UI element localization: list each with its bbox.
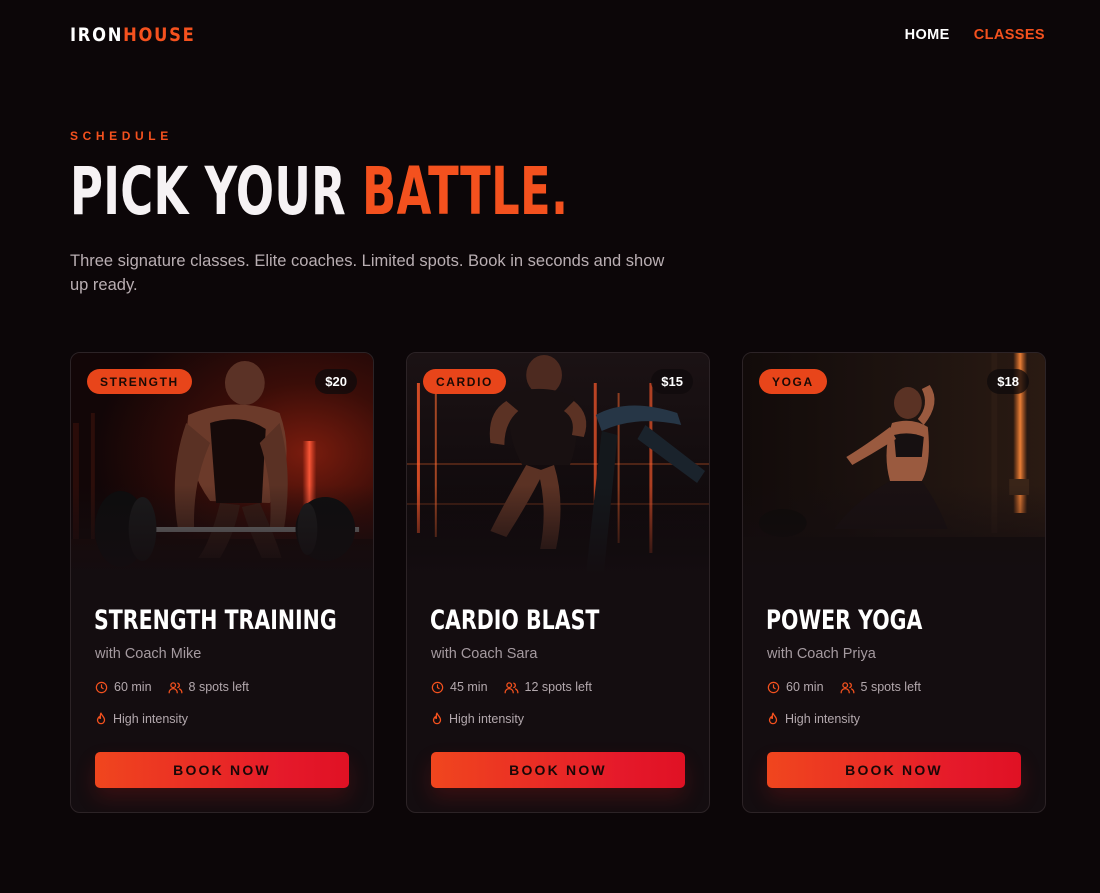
- logo-part-house: HOUSE: [123, 24, 196, 46]
- coach-name: with Coach Sara: [431, 646, 538, 662]
- class-meta: 45 min 12 spots left: [431, 680, 608, 694]
- spots-text: 8 spots left: [188, 680, 249, 694]
- spots-info: 5 spots left: [840, 680, 921, 694]
- flame-icon: [768, 712, 778, 725]
- users-icon: [840, 681, 855, 693]
- flame-icon: [432, 712, 442, 725]
- class-tag-badge: YOGA: [759, 369, 827, 394]
- class-card-strength: STRENGTH $20 STRENGTH TRAINING with Coac…: [70, 352, 374, 813]
- intensity-info: High intensity: [95, 712, 188, 726]
- clock-icon: [431, 681, 444, 693]
- class-meta: 60 min 5 spots left: [767, 680, 937, 694]
- class-tag-badge: CARDIO: [423, 369, 506, 394]
- class-meta: 60 min 8 spots left: [95, 680, 265, 694]
- title-accent: BATTLE.: [362, 153, 569, 230]
- logo[interactable]: IRONHOUSE: [70, 24, 195, 46]
- spots-info: 8 spots left: [168, 680, 249, 694]
- nav-classes-link[interactable]: CLASSES: [974, 27, 1045, 43]
- nav-home-link[interactable]: HOME: [905, 27, 950, 43]
- coach-name: with Coach Priya: [767, 646, 876, 662]
- duration-info: 60 min: [767, 680, 824, 694]
- users-icon: [504, 681, 519, 693]
- class-title: STRENGTH TRAINING: [94, 605, 337, 636]
- class-card-yoga: YOGA $18 POWER YOGA with Coach Priya 60 …: [742, 352, 1046, 813]
- book-now-button[interactable]: BOOK NOW: [431, 752, 685, 788]
- book-now-button[interactable]: BOOK NOW: [95, 752, 349, 788]
- intensity-text: High intensity: [113, 712, 189, 726]
- main-nav: HOME CLASSES: [905, 27, 1045, 43]
- spots-text: 5 spots left: [860, 680, 921, 694]
- duration-text: 45 min: [450, 680, 488, 694]
- coach-name: with Coach Mike: [95, 646, 202, 662]
- duration-info: 60 min: [95, 680, 152, 694]
- price-badge: $15: [651, 369, 693, 394]
- price-badge: $18: [987, 369, 1029, 394]
- logo-part-iron: IRON: [70, 24, 124, 46]
- intensity-info: High intensity: [431, 712, 524, 726]
- flame-icon: [96, 712, 106, 725]
- class-card-cardio: CARDIO $15 CARDIO BLAST with Coach Sara …: [406, 352, 710, 813]
- clock-icon: [95, 681, 108, 693]
- clock-icon: [767, 681, 780, 693]
- page-lead: Three signature classes. Elite coaches. …: [70, 252, 665, 294]
- class-title: POWER YOGA: [766, 605, 923, 636]
- spots-info: 12 spots left: [504, 680, 592, 694]
- section-eyebrow: SCHEDULE: [70, 129, 173, 143]
- intensity-info: High intensity: [767, 712, 860, 726]
- price-badge: $20: [315, 369, 357, 394]
- duration-text: 60 min: [786, 680, 824, 694]
- page-title: PICK YOUR BATTLE.: [70, 156, 568, 228]
- class-title: CARDIO BLAST: [430, 605, 600, 636]
- intensity-text: High intensity: [449, 712, 525, 726]
- title-main: PICK YOUR: [70, 153, 363, 230]
- duration-info: 45 min: [431, 680, 488, 694]
- duration-text: 60 min: [114, 680, 152, 694]
- book-now-button[interactable]: BOOK NOW: [767, 752, 1021, 788]
- intensity-text: High intensity: [785, 712, 861, 726]
- class-tag-badge: STRENGTH: [87, 369, 192, 394]
- site-header: IRONHOUSE HOME CLASSES: [70, 22, 1045, 48]
- users-icon: [168, 681, 183, 693]
- spots-text: 12 spots left: [524, 680, 592, 694]
